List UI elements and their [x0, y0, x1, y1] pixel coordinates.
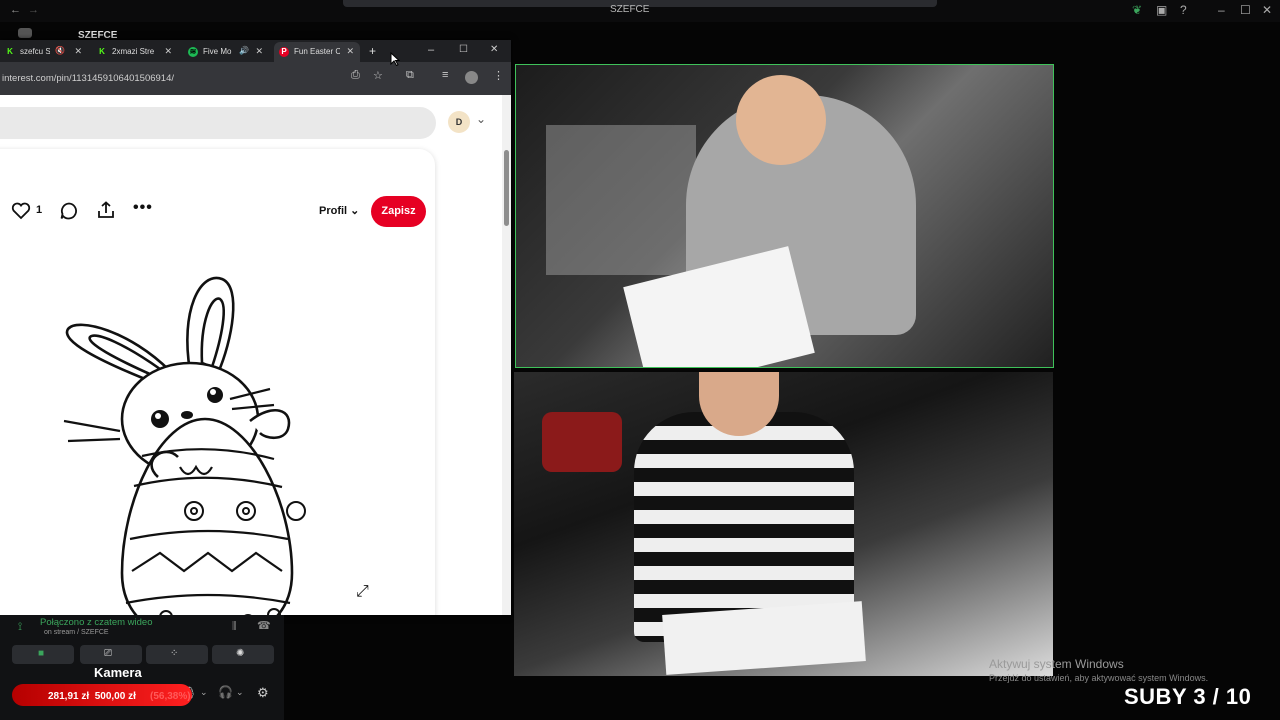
camera-button[interactable]: ■ [12, 645, 74, 664]
browser-maximize-icon[interactable]: ☐ [459, 44, 468, 55]
forward-arrow-icon[interactable]: → [28, 4, 39, 16]
page-scrollbar[interactable] [502, 95, 511, 615]
browser-window: K szefcu St 🔇 ✕ K 2xmazi Stre ✕ ≋ Five M… [0, 40, 511, 615]
close-icon[interactable]: ✕ [1262, 3, 1272, 17]
tab-spotify[interactable]: ≋ Five Mo 🔊 ✕ [183, 42, 269, 62]
comment-icon[interactable] [59, 201, 79, 221]
minimize-icon[interactable]: – [1218, 3, 1225, 17]
soundboard-icon: ✺ [236, 648, 245, 659]
radiator-shape [546, 125, 696, 275]
tab-label: Fun Easter C [294, 47, 340, 56]
activities-icon: ⁘ [170, 648, 179, 659]
maximize-icon[interactable]: ☐ [1240, 3, 1251, 17]
discord-titlebar: ← → SZEFCE ❦ ▣ ? – ☐ ✕ [0, 0, 1280, 22]
pinterest-icon: P [279, 47, 289, 57]
window-title: SZEFCE [610, 4, 650, 15]
new-tab-icon[interactable]: + [369, 44, 376, 58]
profile-dropdown[interactable]: Profil ⌄ [319, 204, 359, 217]
disconnect-icon[interactable]: ☎ [257, 619, 271, 632]
red-pillow [542, 412, 622, 472]
tab-pinterest[interactable]: P Fun Easter C ✕ [274, 42, 360, 62]
soundboard-button[interactable]: ✺ [212, 645, 274, 664]
share-icon[interactable] [96, 200, 116, 220]
discord-logo-icon[interactable] [18, 28, 32, 38]
pinterest-search-input[interactable] [0, 107, 436, 139]
tab-close-icon[interactable]: ✕ [164, 46, 172, 57]
kick-icon: K [99, 47, 105, 56]
chevron-down-icon[interactable]: ⌄ [236, 687, 244, 698]
pinterest-page: D ⌄ 1 ••• Profil ⌄ Zapisz ⤢ [0, 95, 502, 615]
scrollbar-thumb[interactable] [504, 150, 509, 226]
heart-icon[interactable] [11, 202, 31, 220]
media-controls-icon[interactable]: ≡ [442, 69, 448, 81]
easter-bunny-coloring-image[interactable] [60, 271, 350, 615]
url-field[interactable]: interest.com/pin/1131459106401506914/ [2, 73, 174, 84]
windows-activation-subtitle: Przejdź do ustawień, aby aktywować syste… [989, 673, 1209, 683]
tab-kick-szefcu[interactable]: K szefcu St 🔇 ✕ [0, 42, 88, 62]
sub-goal-counter: SUBY 3 / 10 [1124, 684, 1252, 709]
noise-suppression-icon[interactable]: ⫼ [232, 621, 237, 632]
mouse-cursor-icon [390, 52, 400, 66]
address-bar: interest.com/pin/1131459106401506914/ ⎙ … [0, 62, 511, 95]
camera-tooltip: Kamera [94, 665, 142, 680]
voice-channel[interactable]: on stream / SZEFCE [44, 629, 109, 636]
activities-button[interactable]: ⁘ [146, 645, 208, 664]
webcam-feed-streamer-1 [515, 64, 1054, 368]
inbox-icon[interactable]: ▣ [1156, 3, 1167, 17]
like-count: 1 [36, 204, 43, 216]
browser-close-icon[interactable]: ✕ [490, 44, 498, 55]
extensions-icon[interactable]: ⧉ [406, 69, 414, 82]
tab-label: 2xmazi Stre [112, 47, 155, 56]
donation-goal-amount: 281,91 zł 500,00 zł [48, 691, 136, 702]
nitro-leaf-icon[interactable]: ❦ [1132, 3, 1142, 17]
tab-kick-2xmazi[interactable]: K 2xmazi Stre ✕ [92, 42, 178, 62]
tab-strip: K szefcu St 🔇 ✕ K 2xmazi Stre ✕ ≋ Five M… [0, 40, 511, 62]
voice-status: Połączono z czatem wideo [40, 617, 153, 628]
browser-minimize-icon[interactable]: – [428, 44, 434, 56]
donation-goal-percent: (56,38%) [150, 691, 191, 702]
paper-sheet [662, 601, 866, 675]
spotify-icon: ≋ [188, 47, 198, 57]
streamer-head [736, 75, 826, 165]
screen-share-icon: ⎚ [104, 648, 112, 659]
profile-avatar-icon[interactable] [465, 71, 478, 84]
bookmark-star-icon[interactable]: ☆ [373, 69, 383, 82]
signal-icon: ⟟ [18, 621, 23, 633]
user-avatar[interactable]: D [448, 111, 470, 133]
settings-gear-icon[interactable]: ⚙ [257, 685, 269, 701]
expand-icon[interactable]: ⤢ [356, 583, 369, 601]
kick-icon: K [7, 47, 13, 56]
chevron-down-icon[interactable]: ⌄ [200, 687, 208, 698]
windows-activation-title: Aktywuj system Windows [989, 657, 1124, 671]
muted-icon[interactable]: 🔇 [55, 46, 65, 55]
tab-label: szefcu St [20, 47, 50, 56]
tab-close-icon[interactable]: ✕ [255, 46, 263, 57]
speaker-icon[interactable]: 🔊 [239, 46, 249, 55]
help-icon[interactable]: ? [1180, 3, 1187, 17]
camera-icon: ■ [38, 648, 45, 659]
tab-close-icon[interactable]: ✕ [74, 46, 82, 57]
tab-close-icon[interactable]: ✕ [346, 46, 354, 57]
menu-kebab-icon[interactable]: ⋮ [493, 69, 504, 82]
more-options-icon[interactable]: ••• [133, 199, 153, 217]
screen-share-button[interactable]: ⎚ [80, 645, 142, 664]
profile-label: Profil [319, 205, 348, 217]
save-button[interactable]: Zapisz [371, 196, 426, 227]
webcam-feed-streamer-2 [514, 372, 1053, 676]
headphones-icon[interactable]: 🎧 [218, 685, 233, 699]
tab-label: Five Mo [203, 47, 232, 56]
chevron-down-icon[interactable]: ⌄ [476, 112, 486, 126]
back-arrow-icon[interactable]: ← [10, 4, 21, 16]
install-app-icon[interactable]: ⎙ [351, 69, 360, 82]
